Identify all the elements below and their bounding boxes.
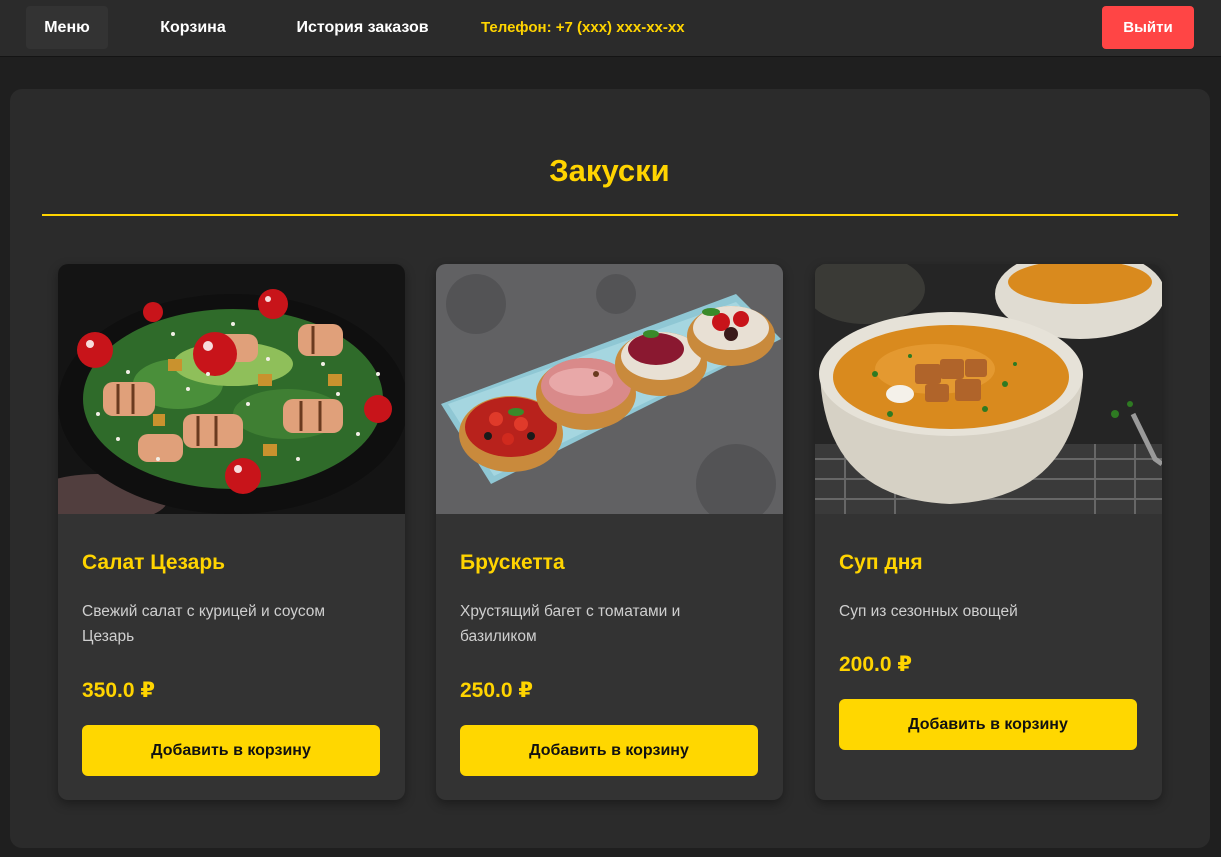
product-price: 200.0 ₽ (839, 653, 912, 676)
add-to-cart-button[interactable]: Добавить в корзину (82, 725, 380, 776)
bruschetta-photo (436, 264, 783, 514)
product-card: Брускетта Хрустящий багет с томатами и б… (436, 264, 783, 800)
product-card: Салат Цезарь Свежий салат с курицей и со… (58, 264, 405, 800)
nav-order-history[interactable]: История заказов (281, 6, 444, 49)
product-price: 250.0 ₽ (460, 679, 533, 702)
section-title: Закуски (549, 153, 670, 188)
soup-photo (815, 264, 1162, 514)
add-to-cart-button[interactable]: Добавить в корзину (460, 725, 758, 776)
product-price: 350.0 ₽ (82, 679, 155, 702)
product-description: Свежий салат с курицей и соусом Цезарь (82, 603, 326, 645)
top-navigation: Меню Корзина История заказов Телефон: +7… (0, 0, 1221, 57)
logout-button[interactable]: Выйти (1102, 6, 1194, 49)
phone-number: Телефон: +7 (xxx) xxx-xx-xx (481, 19, 685, 36)
product-title: Салат Цезарь (82, 551, 226, 574)
product-title: Суп дня (839, 551, 923, 574)
caesar-salad-photo (58, 264, 405, 514)
section-divider (42, 214, 1178, 216)
product-description: Хрустящий багет с томатами и базиликом (460, 603, 681, 645)
nav-menu[interactable]: Меню (26, 6, 108, 49)
menu-section: Закуски Салат Цезарь Свежий салат с кури… (10, 89, 1210, 848)
add-to-cart-button[interactable]: Добавить в корзину (839, 699, 1137, 750)
nav-cart[interactable]: Корзина (143, 6, 243, 49)
product-title: Брускетта (460, 551, 565, 574)
product-card: Суп дня Суп из сезонных овощей 200.0 ₽ Д… (815, 264, 1162, 800)
product-description: Суп из сезонных овощей (839, 603, 1018, 620)
